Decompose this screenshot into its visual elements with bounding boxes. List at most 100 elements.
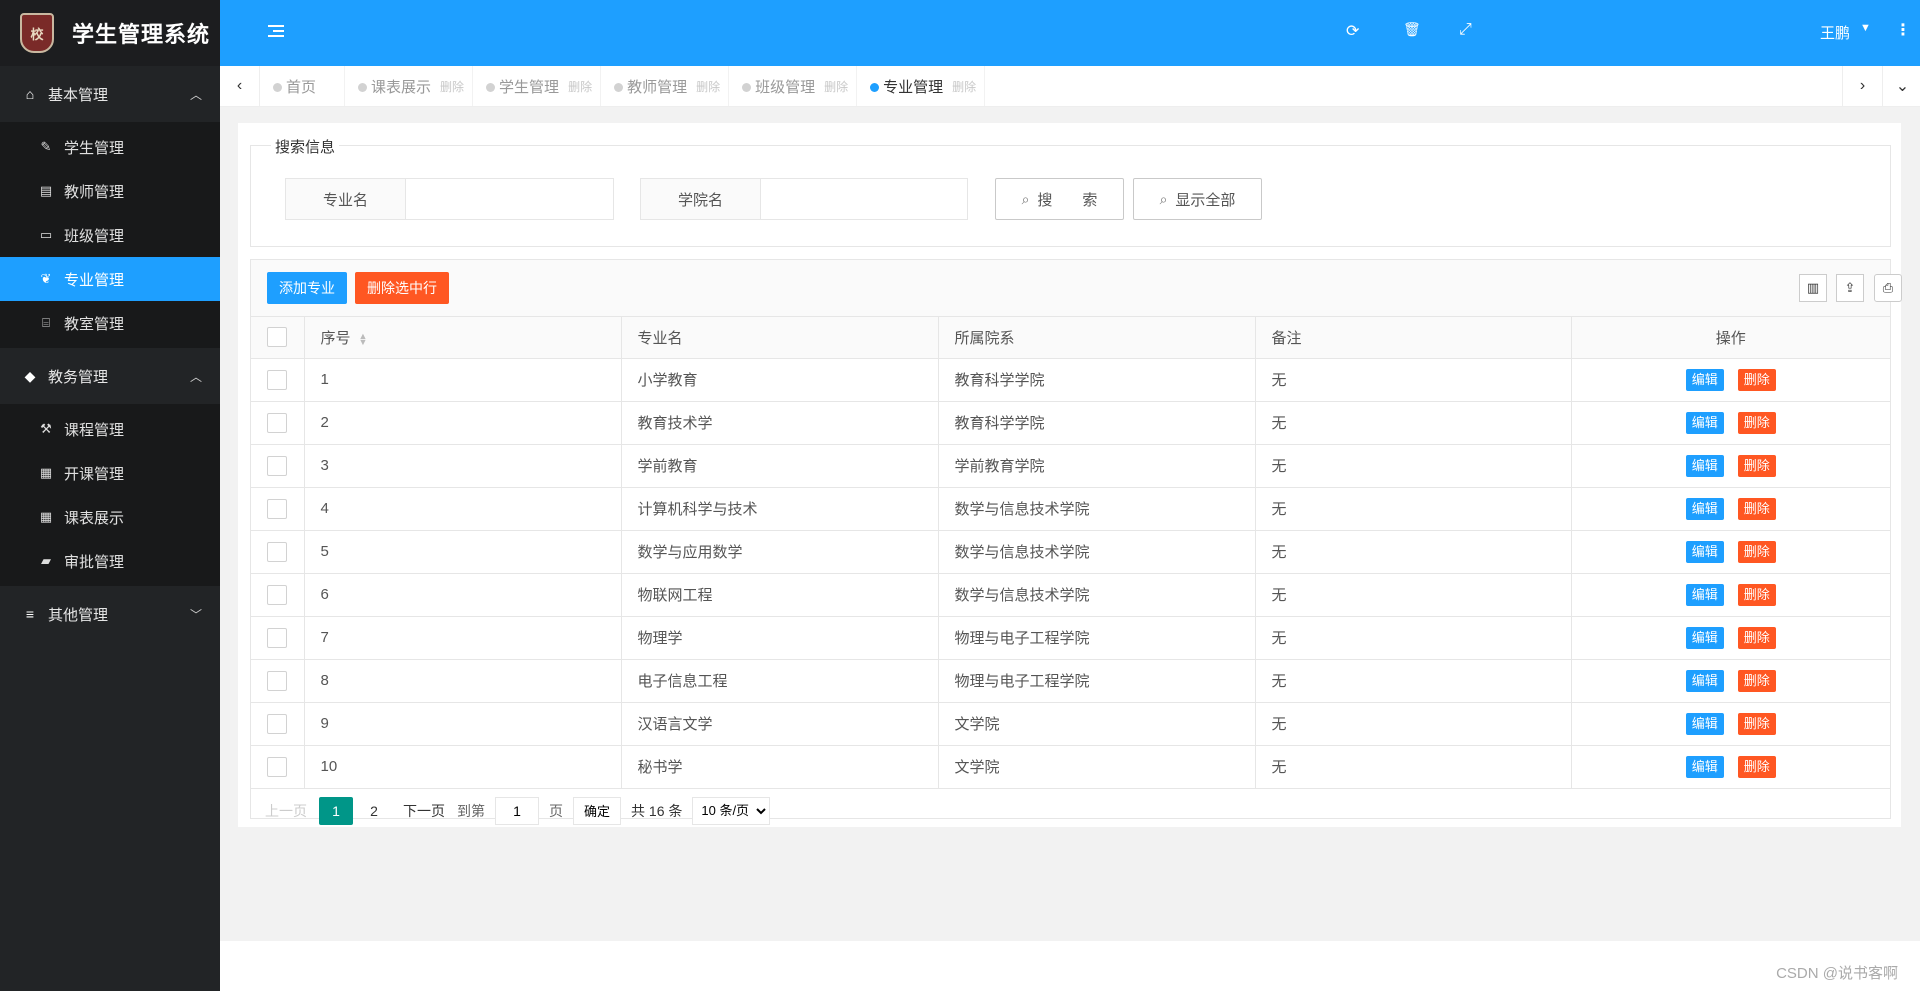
sidebar-item[interactable]: ▭ 班级管理 (0, 213, 220, 257)
row-checkbox[interactable] (267, 455, 288, 476)
major-name-group: 专业名 (285, 178, 614, 220)
nav-group-1[interactable]: ◆ 教务管理 ︿ (0, 348, 220, 404)
major-name-input[interactable] (405, 178, 614, 220)
select-all-cell (251, 317, 305, 359)
tab[interactable]: 班级管理 删除 (729, 66, 858, 106)
pager-page-2[interactable]: 2 (357, 797, 391, 825)
sidebar-item[interactable]: ⌸ 教室管理 (0, 301, 220, 345)
user-menu[interactable]: 王鹏 (1820, 22, 1850, 43)
table-row: 7 物理学 物理与电子工程学院无编辑 删除 (251, 616, 1890, 660)
pager-prev[interactable]: 上一页 (265, 801, 307, 821)
pager-page-1[interactable]: 1 (319, 796, 353, 825)
sidebar-item[interactable]: ▰ 审批管理 (0, 539, 220, 583)
row-checkbox[interactable] (267, 713, 288, 734)
tab-label: 学生管理 (499, 78, 560, 96)
edit-button[interactable]: 编辑 (1685, 583, 1724, 606)
tab-close-button[interactable]: 删除 (568, 78, 592, 95)
sidebar-item[interactable]: ▤ 教师管理 (0, 169, 220, 213)
cell-index: 3 (304, 444, 622, 488)
row-checkbox[interactable] (267, 369, 288, 390)
delete-button[interactable]: 删除 (1737, 712, 1776, 735)
show-all-button[interactable]: ⌕ 显示全部 (1133, 178, 1262, 220)
sidebar-item[interactable]: ✎ 学生管理 (0, 125, 220, 169)
delete-button[interactable]: 删除 (1737, 669, 1776, 692)
pager-size-select[interactable]: 10 条/页20 条/页30 条/页 (692, 796, 771, 825)
cell-index: 2 (304, 401, 622, 445)
cell-major-name: 汉语言文学 (621, 702, 939, 746)
cell-major-name: 学前教育 (621, 444, 939, 488)
row-checkbox[interactable] (267, 670, 288, 691)
row-checkbox[interactable] (267, 584, 288, 605)
cell-remark: 无 (1255, 745, 1572, 789)
sort-icon[interactable]: ▲ ▼ (359, 331, 368, 346)
tabs-prev-icon[interactable]: ‹ (220, 66, 260, 106)
tab-close-button[interactable]: 删除 (824, 78, 848, 95)
college-name-input[interactable] (760, 178, 968, 220)
tab[interactable]: 首页 (260, 66, 346, 106)
sidebar-item[interactable]: ⚒ 课程管理 (0, 407, 220, 451)
search-button[interactable]: ⌕ 搜 索 (995, 178, 1124, 220)
select-all-checkbox[interactable] (267, 327, 288, 348)
export-icon[interactable]: ⇪ (1836, 274, 1864, 302)
edit-button[interactable]: 编辑 (1685, 454, 1724, 477)
edit-button[interactable]: 编辑 (1685, 755, 1724, 778)
tabs-menu-icon[interactable]: ⌄ (1882, 66, 1920, 106)
refresh-icon[interactable]: ⟳ (1346, 21, 1359, 41)
add-major-button[interactable]: 添加专业 (267, 272, 347, 304)
delete-button[interactable]: 删除 (1737, 368, 1776, 391)
tab[interactable]: 教师管理 删除 (601, 66, 730, 106)
trash-icon[interactable]: 🗑 (1403, 21, 1421, 38)
sidebar-item[interactable]: ❦ 专业管理 (0, 257, 220, 301)
cell-actions: 编辑 删除 (1571, 573, 1890, 617)
window-icon: ▭ (39, 227, 53, 242)
cell-major-name: 物联网工程 (621, 573, 939, 617)
tab-close-button[interactable]: 删除 (440, 78, 464, 95)
delete-button[interactable]: 删除 (1737, 411, 1776, 434)
cell-index: 5 (304, 530, 622, 574)
header-index[interactable]: 序号 ▲ ▼ (304, 317, 622, 359)
sidebar-item[interactable]: ▦ 课表展示 (0, 495, 220, 539)
edit-button[interactable]: 编辑 (1685, 411, 1724, 434)
more-icon[interactable]: ⋮ (1895, 20, 1911, 40)
row-checkbox[interactable] (267, 541, 288, 562)
delete-button[interactable]: 删除 (1737, 454, 1776, 477)
columns-icon[interactable]: ▥ (1799, 274, 1827, 302)
row-checkbox[interactable] (267, 412, 288, 433)
tabs-next-icon[interactable]: › (1842, 66, 1882, 106)
delete-button[interactable]: 删除 (1737, 755, 1776, 778)
tab-label: 班级管理 (755, 78, 816, 96)
major-name-label: 专业名 (285, 178, 405, 220)
print-icon[interactable]: ⎙ (1874, 274, 1902, 302)
pager-goto-input[interactable] (495, 796, 539, 825)
row-checkbox[interactable] (267, 756, 288, 777)
nav-group-0[interactable]: ⌂ 基本管理 ︿ (0, 66, 220, 122)
tab-close-button[interactable]: 删除 (952, 78, 976, 95)
tab[interactable]: 学生管理 删除 (473, 66, 602, 106)
tab[interactable]: 专业管理 删除 (857, 66, 986, 106)
delete-button[interactable]: 删除 (1737, 626, 1776, 649)
nav-group-2[interactable]: ≡ 其他管理 ﹀ (0, 586, 220, 642)
row-checkbox[interactable] (267, 627, 288, 648)
college-name-group: 学院名 (640, 178, 968, 220)
edit-button[interactable]: 编辑 (1685, 626, 1724, 649)
user-caret-icon[interactable]: ▼ (1860, 22, 1871, 34)
edit-button[interactable]: 编辑 (1685, 497, 1724, 520)
edit-button[interactable]: 编辑 (1685, 368, 1724, 391)
menu-toggle-icon[interactable] (268, 25, 284, 39)
pager-next[interactable]: 下一页 (403, 801, 445, 821)
fullscreen-icon[interactable]: ⤢ (1459, 21, 1472, 39)
edit-button[interactable]: 编辑 (1685, 669, 1724, 692)
sidebar-item[interactable]: ▦ 开课管理 (0, 451, 220, 495)
delete-button[interactable]: 删除 (1737, 583, 1776, 606)
delete-selected-button[interactable]: 删除选中行 (355, 272, 449, 304)
cell-remark: 无 (1255, 702, 1572, 746)
tab[interactable]: 课表展示 删除 (345, 66, 474, 106)
edit-button[interactable]: 编辑 (1685, 712, 1724, 735)
pager-confirm-button[interactable]: 确定 (573, 796, 622, 825)
delete-button[interactable]: 删除 (1737, 540, 1776, 563)
row-checkbox[interactable] (267, 498, 288, 519)
edit-button[interactable]: 编辑 (1685, 540, 1724, 563)
sidebar-item-label: 班级管理 (64, 227, 125, 245)
tab-close-button[interactable]: 删除 (696, 78, 720, 95)
delete-button[interactable]: 删除 (1737, 497, 1776, 520)
